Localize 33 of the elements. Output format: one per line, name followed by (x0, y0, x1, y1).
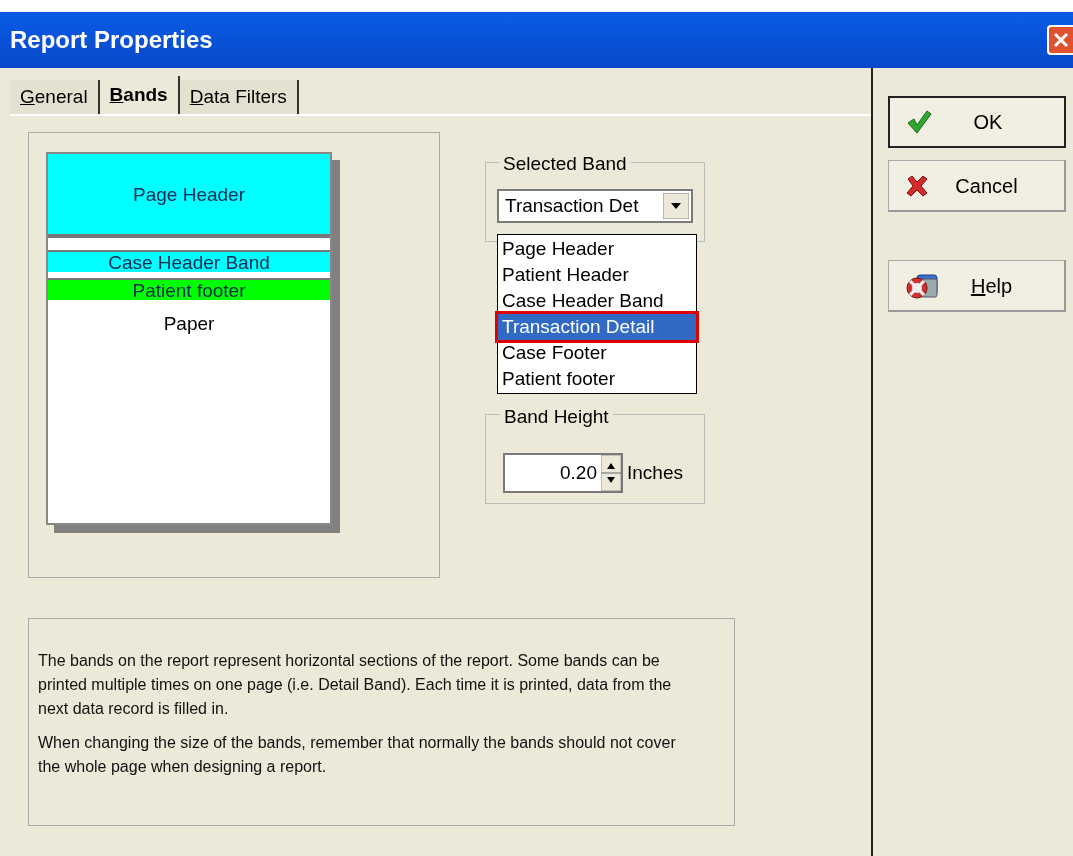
dropdown-option[interactable]: Transaction Detail (498, 314, 696, 340)
dropdown-option[interactable]: Case Header Band (498, 288, 696, 314)
paper-label: Paper (163, 312, 215, 336)
band-label: Case Header Band (108, 252, 270, 272)
window-title: Report Properties (10, 25, 213, 55)
band-label: Page Header (133, 184, 245, 204)
tab[interactable]: General (10, 80, 100, 114)
spinner-icon[interactable] (601, 455, 621, 491)
dropdown-arrow-icon[interactable] (663, 193, 689, 219)
band[interactable]: Patient footer (48, 278, 330, 300)
description-text: When changing the size of the bands, remember that normally the bands should not cover the whole page when designing a report. (38, 733, 677, 777)
field-value: 0.20 (559, 460, 598, 485)
height-field[interactable]: 0.20 (503, 453, 623, 493)
close-button[interactable] (1047, 25, 1073, 55)
band[interactable]: Case Header Band (48, 250, 330, 272)
checkmark-icon (906, 109, 932, 135)
x-icon (905, 173, 929, 198)
dropdown-option[interactable]: Patient footer (498, 366, 696, 392)
dropdown-value: Transaction Det (505, 193, 639, 218)
dialog-button[interactable]: OK (888, 96, 1066, 148)
dialog-button[interactable]: Help (888, 260, 1066, 312)
unit-label: Inches (627, 460, 683, 485)
band[interactable]: Page Header (48, 154, 330, 238)
lifebuoy-icon (905, 271, 939, 300)
description-text: The bands on the report represent horizontal sections of the report. Some bands can be printed multiple times on one page (i.e. Detail Band). Each time it is printed, data from the next data record is filled in. (38, 651, 673, 719)
band-dropdown[interactable]: Transaction Det (497, 189, 693, 223)
dropdown-option[interactable]: Page Header (498, 236, 696, 262)
band-label: Patient footer (132, 280, 246, 300)
dropdown-option[interactable]: Patient Header (498, 262, 696, 288)
dropdown-option[interactable]: Case Footer (498, 340, 696, 366)
dialog-button[interactable]: Cancel (888, 160, 1066, 212)
close-icon (1053, 32, 1069, 48)
tab[interactable]: Data Filters (179, 80, 299, 114)
